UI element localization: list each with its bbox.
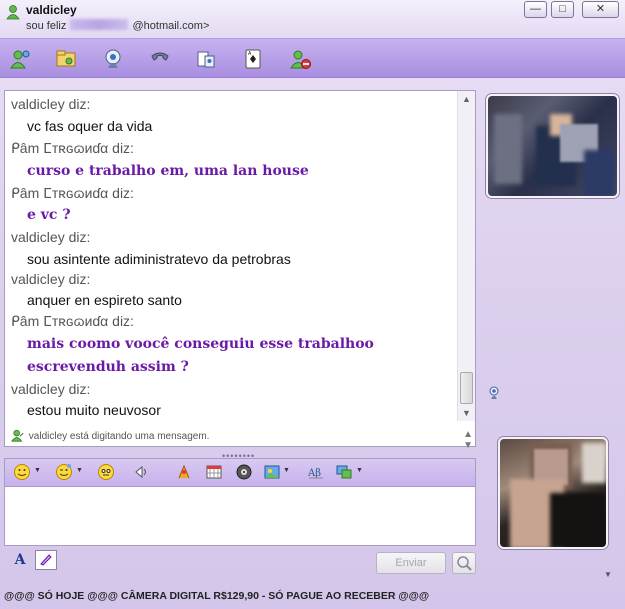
backgrounds-icon[interactable] (175, 463, 193, 481)
smiley-dropdown[interactable]: ▼ (34, 467, 41, 474)
user-webcam-display (498, 437, 608, 549)
message-sender: ᑭâm ⵎтʀɢɷиɗα diz: (11, 140, 134, 156)
message-sender: valdicley diz: (11, 229, 91, 245)
contact-status: sou feliz @hotmail.com> (26, 19, 209, 32)
search-icon (457, 556, 472, 571)
scroll-up-arrow[interactable]: ▲ (458, 91, 475, 107)
call-icon[interactable] (148, 47, 172, 71)
block-icon[interactable] (288, 47, 312, 71)
close-button[interactable]: ✕ (582, 1, 619, 18)
conversation-history[interactable]: valdicley diz: vc fas oquer da vida ᑭâm … (4, 90, 476, 451)
typing-scroll-arrows[interactable]: ▲ ▼ (463, 429, 473, 451)
redacted-email (70, 19, 129, 30)
message-text: estou muito neuvosor (27, 402, 161, 418)
message-text-continued: escrevenduh assim ? (27, 359, 189, 375)
font-button[interactable]: A (9, 550, 31, 570)
message-text: curso e trabalho em, uma lan house (27, 163, 309, 179)
message-text: sou asintente adiministratevo da petrobr… (27, 251, 291, 267)
status-suffix: @hotmail.com> (132, 20, 210, 32)
font-icon[interactable]: Aβ (307, 463, 325, 481)
buddy-icon (6, 5, 20, 20)
advertisement-banner[interactable]: @@@ SÓ HOJE @@@ CÂMERA DIGITAL R$129,90 … (0, 586, 625, 609)
search-button[interactable] (452, 552, 476, 574)
message-sender: valdicley diz: (11, 271, 91, 287)
conversation-scrollbar[interactable]: ▲ ▼ (457, 91, 475, 421)
games-icon[interactable]: A (241, 47, 265, 71)
message-sender: valdicley diz: (11, 381, 91, 397)
scroll-down-arrow[interactable]: ▼ (458, 405, 475, 421)
typing-text: valdicley está digitando uma mensagem. (28, 431, 210, 442)
photo-sharing-icon[interactable] (263, 463, 281, 481)
smiley-icon[interactable] (13, 463, 31, 481)
messenger-window: valdicley sou feliz @hotmail.com> — □ ✕ (0, 0, 625, 609)
send-button[interactable]: Enviar (376, 552, 446, 574)
minimize-button[interactable]: — (524, 1, 547, 18)
message-text: mais coomo voocê conseguiu esse trabalho… (27, 336, 374, 352)
handwriting-dropdown[interactable]: ▼ (356, 467, 363, 474)
message-text: e vc ? (27, 207, 71, 223)
maximize-button[interactable]: □ (551, 1, 574, 18)
games-grid-icon[interactable] (205, 463, 223, 481)
message-list: valdicley diz: vc fas oquer da vida ᑭâm … (5, 91, 457, 421)
main-toolbar: A (0, 38, 625, 78)
message-sender: ᑭâm ⵎтʀɢɷиɗα diz: (11, 185, 134, 201)
message-sender: valdicley diz: (11, 96, 91, 112)
wink-icon[interactable] (55, 463, 73, 481)
typing-indicator: valdicley está digitando uma mensagem. (11, 429, 209, 442)
emoticon-toolbar: ▼ ▼ ▼ Aβ ▼ (4, 458, 476, 486)
contact-webcam-display (486, 94, 619, 198)
message-sender: ᑭâm ⵎтʀɢɷиɗα diz: (11, 313, 134, 329)
video-call-icon[interactable] (194, 47, 218, 71)
handwrite-button[interactable] (35, 550, 57, 570)
send-files-icon[interactable] (54, 47, 78, 71)
svg-text:Aβ: Aβ (307, 468, 321, 479)
contact-name: valdicley (26, 3, 77, 17)
wink-dropdown[interactable]: ▼ (76, 467, 83, 474)
invite-contact-icon[interactable] (8, 47, 32, 71)
pencil-icon (40, 554, 52, 566)
message-text: anquer en espireto santo (27, 292, 182, 308)
message-text: vc fas oquer da vida (27, 118, 153, 134)
message-input[interactable] (4, 486, 476, 546)
webcam-status-icon[interactable] (488, 386, 500, 400)
title-bar[interactable]: valdicley sou feliz @hotmail.com> — □ ✕ (0, 0, 625, 38)
webcam-icon[interactable] (101, 47, 125, 71)
panel-dropdown-arrow[interactable]: ▼ (604, 570, 612, 579)
status-prefix: sou feliz (26, 20, 67, 32)
scroll-thumb[interactable] (460, 372, 473, 404)
handwriting-icon[interactable] (335, 463, 353, 481)
nudge-icon[interactable] (133, 463, 151, 481)
voice-clip-icon[interactable] (97, 463, 115, 481)
photo-dropdown[interactable]: ▼ (283, 467, 290, 474)
music-icon[interactable] (235, 463, 253, 481)
typing-buddy-icon (11, 429, 24, 442)
